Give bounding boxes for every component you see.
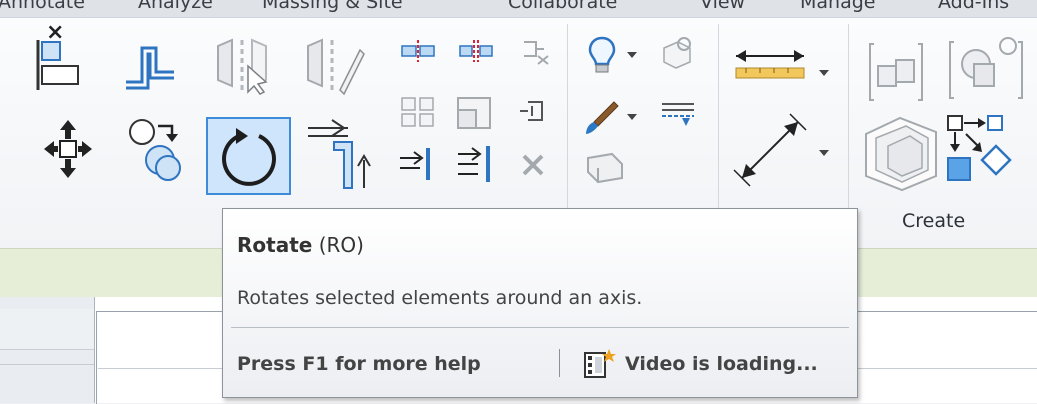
chevron-down-icon[interactable] [626,50,638,60]
mirror-draw-axis-icon[interactable] [302,36,366,96]
tooltip-shortcut: (RO) [318,233,364,257]
copy-icon[interactable] [126,116,188,182]
video-icon [584,349,616,378]
rotate-tooltip: Rotate (RO) Rotates selected elements ar… [222,208,858,398]
tooltip-separator [231,327,849,328]
create-parts-diagram-icon[interactable] [944,112,1018,188]
create-parts-icon[interactable] [946,30,1026,102]
ribbon-tab-bar: Annotate Analyze Massing & Site Collabor… [0,0,1037,18]
tab-massing-site[interactable]: Massing & Site [262,0,403,13]
array-icon[interactable] [400,96,436,128]
wall-joins-icon[interactable] [582,150,626,184]
scale-icon[interactable] [456,96,494,130]
trim-extend-multiple-icon[interactable] [456,144,496,184]
split-face-icon[interactable] [660,100,696,128]
tooltip-footer-divider [559,349,560,377]
unpin-icon[interactable] [518,34,552,66]
chevron-down-icon[interactable] [818,68,830,78]
tooltip-video-status: Video is loading... [625,353,818,375]
shop-drawing-icon[interactable] [862,110,940,192]
lightbulb-icon[interactable] [586,34,618,76]
tooltip-description: Rotates selected elements around an axis… [237,287,643,309]
tab-annotate[interactable]: Annotate [0,0,85,13]
panel-label-create: Create [902,210,966,232]
pin-icon[interactable] [518,98,548,126]
tab-view[interactable]: View [700,0,745,13]
rotate-icon [222,128,276,186]
paint-settings-icon[interactable] [658,34,694,70]
linear-dimension-icon[interactable] [732,112,808,188]
delete-icon[interactable] [518,150,548,180]
tooltip-command: Rotate [237,233,313,257]
offset-icon[interactable] [120,38,178,92]
paint-brush-icon[interactable] [584,100,620,136]
split-with-gap-icon[interactable] [458,38,494,64]
tooltip-title: Rotate (RO) [237,233,364,257]
trim-extend-to-corner-icon[interactable] [304,110,374,192]
tooltip-help-text[interactable]: Press F1 for more help [237,353,481,375]
tab-collaborate[interactable]: Collaborate [508,0,617,13]
create-assembly-icon[interactable] [866,40,926,104]
tab-analyze[interactable]: Analyze [138,0,213,13]
move-icon[interactable] [42,118,94,180]
split-element-icon[interactable] [400,38,436,64]
aligned-dimension-icon[interactable] [732,44,808,86]
trim-extend-single-icon[interactable] [398,146,436,182]
chevron-down-icon[interactable] [818,148,830,158]
properties-panel-header [0,309,94,350]
close-icon[interactable]: × [46,20,64,45]
properties-panel [0,297,95,403]
tab-manage[interactable]: Manage [800,0,875,13]
mirror-pick-axis-icon[interactable] [212,36,274,96]
tab-add-ins[interactable]: Add-Ins [938,0,1009,13]
panel-divider [0,364,94,365]
chevron-down-icon[interactable] [626,112,638,122]
